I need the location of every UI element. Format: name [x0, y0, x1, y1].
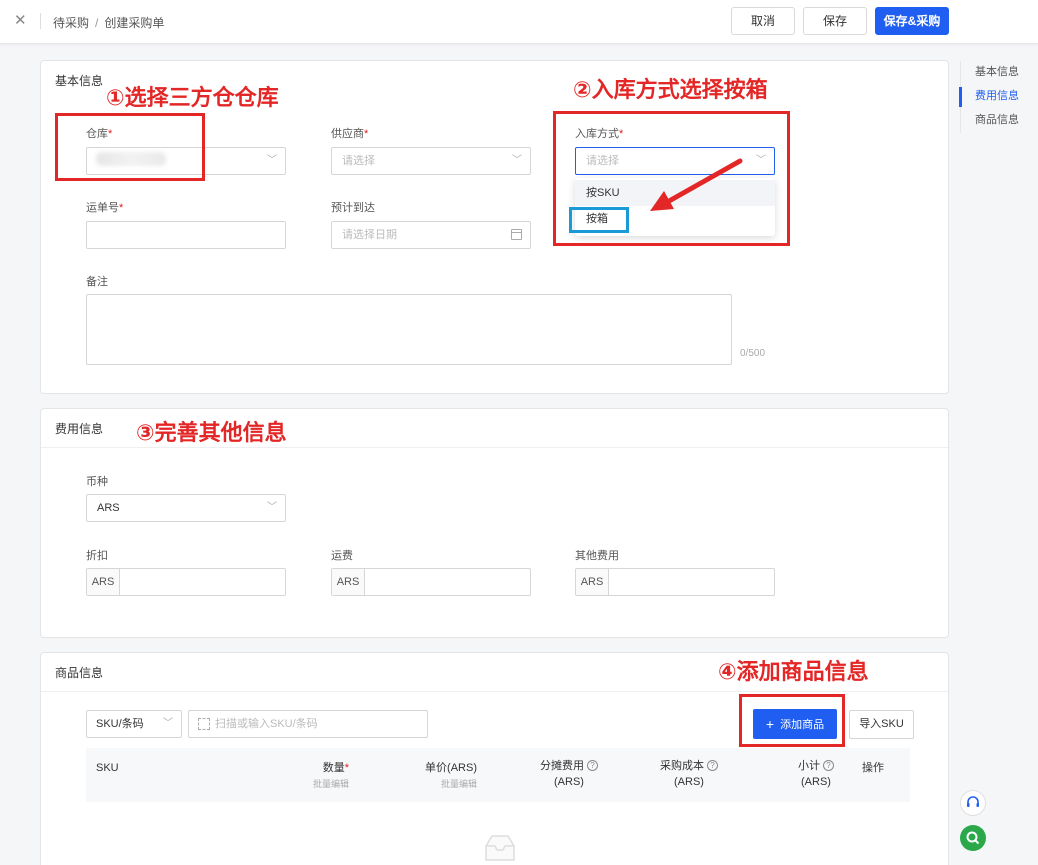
anchor-item-fees[interactable]: 费用信息	[959, 85, 1030, 109]
breadcrumb-item-pending[interactable]: 待采购	[53, 16, 89, 30]
bulk-edit-link[interactable]: 批量编辑	[412, 776, 477, 792]
currency-select[interactable]: ARS ﹀	[86, 494, 286, 522]
column-allocated-fee: 分摊费用? (ARS)	[532, 758, 606, 790]
annotation-arrow-icon	[650, 158, 743, 211]
customer-service-icon[interactable]	[960, 790, 986, 816]
column-actions: 操作	[862, 762, 884, 774]
close-icon[interactable]: ✕	[14, 11, 27, 29]
product-table-header: SKU 数量* 批量编辑 单价(ARS) 批量编辑 分摊费用? (ARS) 采购成本?…	[86, 748, 910, 802]
search-icon[interactable]	[960, 825, 986, 851]
breadcrumb: 待采购 / 创建采购单	[53, 14, 164, 31]
currency-prefix: ARS	[576, 569, 609, 595]
empty-inbox-icon	[485, 835, 515, 861]
annotation-step-3: ③完善其他信息	[136, 421, 287, 446]
sku-search-input[interactable]: 扫描或输入SKU/条码	[188, 710, 428, 738]
cancel-button[interactable]: 取消	[731, 7, 795, 35]
freight-label: 运费	[331, 550, 353, 562]
currency-label: 币种	[86, 476, 108, 488]
section-title: 基本信息	[55, 74, 104, 88]
scan-icon	[198, 718, 210, 730]
annotation-box-add-product	[739, 694, 845, 747]
column-purchase-cost: 采购成本? (ARS)	[652, 758, 726, 790]
other-fees-input[interactable]: ARS	[575, 568, 775, 596]
eta-label: 预计到达	[331, 202, 375, 214]
help-icon[interactable]: ?	[707, 760, 718, 771]
chevron-down-icon: ﹀	[163, 718, 173, 729]
column-subtotal: 小计? (ARS)	[786, 758, 846, 790]
section-title: 费用信息	[55, 422, 104, 436]
annotation-step-4: ④添加商品信息	[718, 660, 869, 685]
remark-counter: 0/500	[740, 348, 766, 359]
bulk-edit-link[interactable]: 批量编辑	[304, 776, 349, 792]
anchor-item-basic[interactable]: 基本信息	[961, 61, 1030, 85]
column-qty: 数量* 批量编辑	[304, 760, 349, 792]
column-sku: SKU	[96, 762, 119, 774]
top-bar: ✕ 待采购 / 创建采购单 取消 保存 保存&采购	[0, 0, 1038, 44]
supplier-select[interactable]: 请选择 ﹀	[331, 147, 531, 175]
supplier-label: 供应商*	[331, 128, 369, 140]
calendar-icon	[511, 229, 522, 240]
discount-label: 折扣	[86, 550, 108, 562]
breadcrumb-item-current: 创建采购单	[104, 16, 165, 30]
save-and-purchase-button[interactable]: 保存&采购	[875, 7, 949, 35]
help-icon[interactable]: ?	[823, 760, 834, 771]
annotation-box-warehouse	[55, 113, 205, 181]
other-fees-label: 其他费用	[575, 550, 619, 562]
anchor-item-products[interactable]: 商品信息	[961, 109, 1030, 133]
search-type-select[interactable]: SKU/条码 ﹀	[86, 710, 182, 738]
tracking-number-input[interactable]	[86, 221, 286, 249]
section-title: 商品信息	[55, 666, 104, 680]
divider	[40, 13, 41, 29]
currency-prefix: ARS	[332, 569, 365, 595]
import-sku-button[interactable]: 导入SKU	[849, 710, 914, 739]
save-button[interactable]: 保存	[803, 7, 867, 35]
annotation-step-1: ①选择三方仓仓库	[106, 86, 279, 111]
chevron-down-icon: ﹀	[267, 155, 277, 166]
help-icon[interactable]: ?	[587, 760, 598, 771]
breadcrumb-separator: /	[95, 16, 99, 30]
divider	[41, 447, 948, 448]
discount-input[interactable]: ARS	[86, 568, 286, 596]
eta-date-picker[interactable]: 请选择日期	[331, 221, 531, 249]
remark-label: 备注	[86, 276, 108, 288]
freight-input[interactable]: ARS	[331, 568, 531, 596]
tracking-number-label: 运单号*	[86, 202, 124, 214]
anchor-nav: 基本信息 费用信息 商品信息	[959, 61, 1030, 133]
currency-prefix: ARS	[87, 569, 120, 595]
chevron-down-icon: ﹀	[267, 502, 277, 513]
annotation-step-2: ②入库方式选择按箱	[573, 78, 768, 103]
chevron-down-icon: ﹀	[512, 155, 522, 166]
annotation-box-by-box	[569, 207, 629, 233]
column-unit-price: 单价(ARS) 批量编辑	[412, 760, 477, 792]
divider	[41, 691, 948, 692]
remark-textarea[interactable]	[86, 294, 732, 365]
